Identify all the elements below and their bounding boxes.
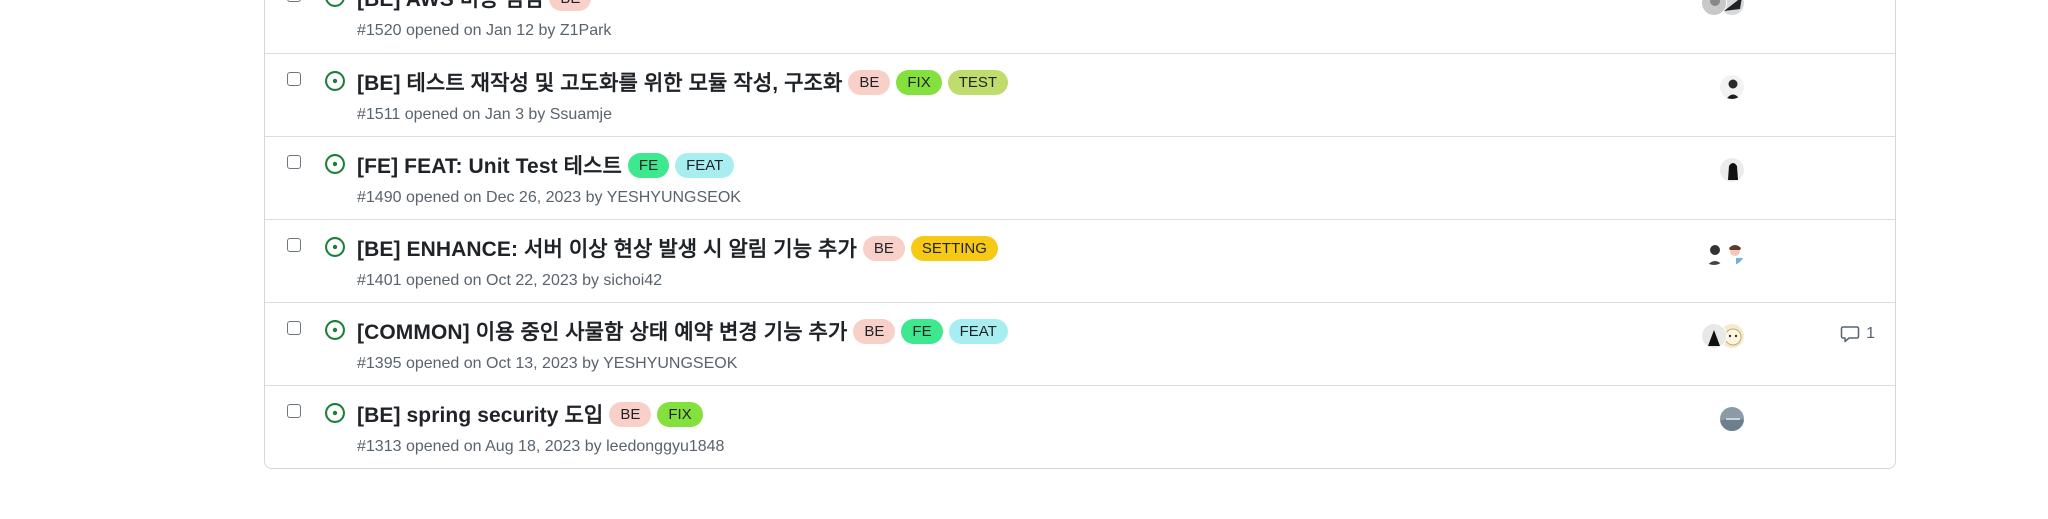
issue-opened-icon (325, 71, 345, 91)
avatar[interactable] (1719, 157, 1745, 183)
avatar[interactable] (1719, 74, 1745, 100)
issue-title-link[interactable]: [BE] spring security 도입 (357, 399, 603, 429)
issue-select-checkbox[interactable] (287, 155, 301, 169)
label-fix[interactable]: FIX (896, 69, 942, 95)
issue-title-link[interactable]: [BE] 테스트 재작성 및 고도화를 위한 모듈 작성, 구조화 (357, 67, 842, 97)
comment-icon (1840, 326, 1860, 343)
issue-select-checkbox[interactable] (287, 72, 301, 86)
label-be[interactable]: BE (853, 318, 896, 344)
issue-select-checkbox[interactable] (287, 238, 301, 252)
issue-opened-icon (325, 403, 345, 423)
label-fe[interactable]: FE (901, 318, 943, 344)
issue-title-link[interactable]: [FE] FEAT: Unit Test 테스트 (357, 150, 622, 180)
issue-row: [COMMON] 이용 중인 사물함 상태 예약 변경 기능 추가 BE FE … (265, 302, 1895, 385)
issue-meta: #1490 opened on Dec 26, 2023 by YESHYUNG… (357, 189, 741, 206)
issue-row: [BE] AWS 비용 점검 BE #1520 opened on Jan 12… (265, 0, 1895, 53)
issue-title-link[interactable]: [COMMON] 이용 중인 사물함 상태 예약 변경 기능 추가 (357, 316, 847, 346)
avatar[interactable] (1701, 240, 1727, 266)
issue-row: [BE] 테스트 재작성 및 고도화를 위한 모듈 작성, 구조화 BE FIX… (265, 53, 1895, 136)
issue-title-link[interactable]: [BE] ENHANCE: 서버 이상 현상 발생 시 알림 기능 추가 (357, 233, 857, 263)
issue-opened-icon (325, 154, 345, 174)
assignees (1701, 323, 1745, 349)
issue-meta: #1395 opened on Oct 13, 2023 by YESHYUNG… (357, 355, 738, 372)
label-be[interactable]: BE (862, 235, 905, 261)
issue-row: [BE] spring security 도입 BE FIX #1313 ope… (265, 385, 1895, 468)
label-feat[interactable]: FEAT (675, 152, 735, 178)
label-test[interactable]: TEST (947, 69, 1009, 95)
comment-count[interactable]: 1 (1840, 325, 1875, 343)
assignees (1719, 157, 1745, 183)
assignees (1701, 0, 1745, 16)
label-be[interactable]: BE (549, 0, 592, 11)
issue-row: [BE] ENHANCE: 서버 이상 현상 발생 시 알림 기능 추가 BE … (265, 219, 1895, 302)
avatar[interactable] (1701, 323, 1727, 349)
label-fe[interactable]: FE (627, 152, 670, 178)
label-be[interactable]: BE (609, 401, 652, 427)
issue-title-link[interactable]: [BE] AWS 비용 점검 (357, 0, 543, 13)
issue-opened-icon (325, 0, 345, 7)
issue-opened-icon (325, 320, 345, 340)
issue-meta: #1511 opened on Jan 3 by Ssuamje (357, 106, 613, 123)
issue-select-checkbox[interactable] (287, 0, 301, 2)
issue-row: [FE] FEAT: Unit Test 테스트 FE FEAT #1490 o… (265, 136, 1895, 219)
assignees (1719, 406, 1745, 432)
issue-meta: #1520 opened on Jan 12 by Z1Park (357, 22, 612, 39)
label-setting[interactable]: SETTING (910, 235, 998, 261)
issue-select-checkbox[interactable] (287, 404, 301, 418)
issues-list: [BE] AWS 비용 점검 BE #1520 opened on Jan 12… (264, 0, 1896, 469)
label-feat[interactable]: FEAT (948, 318, 1008, 344)
avatar[interactable] (1719, 406, 1745, 432)
comment-count-value: 1 (1866, 325, 1875, 342)
assignees (1701, 240, 1745, 266)
label-be[interactable]: BE (848, 69, 891, 95)
issue-opened-icon (325, 237, 345, 257)
label-fix[interactable]: FIX (657, 401, 703, 427)
avatar[interactable] (1701, 0, 1727, 16)
assignees (1719, 74, 1745, 100)
issue-meta: #1401 opened on Oct 22, 2023 by sichoi42 (357, 272, 663, 289)
issue-select-checkbox[interactable] (287, 321, 301, 335)
issue-meta: #1313 opened on Aug 18, 2023 by leedongg… (357, 438, 725, 455)
